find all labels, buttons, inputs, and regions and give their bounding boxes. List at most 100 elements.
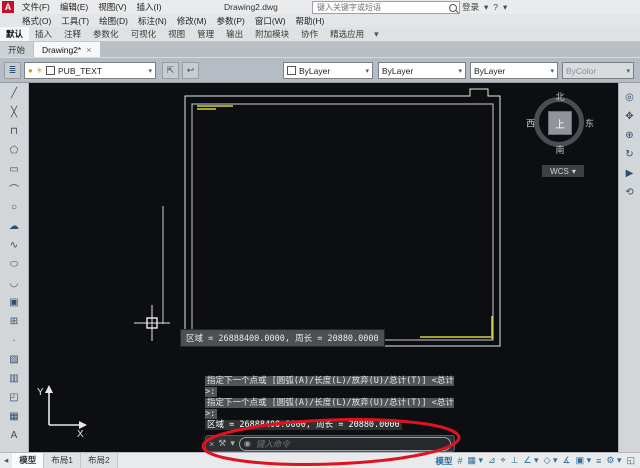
create-block-tool[interactable]: ⊞ xyxy=(5,312,24,331)
point-tool[interactable]: ∙ xyxy=(5,331,24,350)
menu-edit[interactable]: 编辑(E) xyxy=(55,1,93,13)
drawing-tab-close-icon[interactable]: × xyxy=(86,45,91,55)
help-icon[interactable]: ? xyxy=(493,2,498,12)
orbit-icon[interactable]: ↻ xyxy=(621,145,639,163)
linetype-combo-caret-icon[interactable]: ▾ xyxy=(458,67,462,75)
recent-commands-caret-icon[interactable]: ▾ xyxy=(230,438,235,449)
rewind-icon[interactable]: ⟲ xyxy=(621,183,639,201)
layer-properties-icon[interactable]: ≣ xyxy=(4,62,21,79)
layer-previous-icon[interactable]: ↩ xyxy=(182,62,199,79)
compass-south-label[interactable]: 南 xyxy=(555,143,564,156)
arc-tool[interactable]: ⌒ xyxy=(5,179,24,198)
lineweight-combo-caret-icon[interactable]: ▾ xyxy=(550,67,554,75)
lineweight-toggle[interactable]: ≡ xyxy=(596,456,601,466)
customize-icon[interactable]: ⚒ xyxy=(218,438,226,449)
ribbon-tab-insert[interactable]: 插入 xyxy=(29,27,58,41)
hatch-tool[interactable]: ▨ xyxy=(5,350,24,369)
menu-view[interactable]: 视图(V) xyxy=(93,1,131,13)
osnap-tracking-toggle[interactable]: ∡ xyxy=(563,455,571,466)
snap-toggle[interactable]: ▦ ▾ xyxy=(467,455,483,466)
layout-scroll-left-icon[interactable]: ◂ xyxy=(0,455,12,466)
make-current-icon[interactable]: ⇱ xyxy=(162,62,179,79)
insert-block-tool[interactable]: ▣ xyxy=(5,293,24,312)
ellipse-tool[interactable]: ⬭ xyxy=(5,255,24,274)
layout-tab-model[interactable]: 模型 xyxy=(12,453,44,468)
clean-screen-toggle[interactable]: ◱ xyxy=(626,455,635,466)
compass-top-face[interactable]: 上 xyxy=(548,111,572,135)
revision-cloud-tool[interactable]: ☁ xyxy=(5,217,24,236)
navigation-wheel-icon[interactable]: ◎ xyxy=(621,88,639,106)
ribbon-tab-default[interactable]: 默认 xyxy=(0,27,29,41)
ribbon-tab-collaborate[interactable]: 协作 xyxy=(295,27,324,41)
infer-constraints-toggle[interactable]: ⊿ xyxy=(488,455,496,466)
color-combo-caret-icon[interactable]: ▾ xyxy=(365,67,369,75)
ribbon-tab-annotate[interactable]: 注释 xyxy=(58,27,87,41)
compass-west-label[interactable]: 西 xyxy=(526,117,535,130)
grid-toggle[interactable]: # xyxy=(457,456,462,466)
zoom-icon[interactable]: ⊕ xyxy=(621,126,639,144)
pan-icon[interactable]: ✥ xyxy=(621,107,639,125)
lineweight-combo[interactable]: ByLayer ▾ xyxy=(470,62,558,79)
search-icon[interactable] xyxy=(449,4,457,12)
ribbon-tab-parametric[interactable]: 参数化 xyxy=(87,27,125,41)
mtext-tool[interactable]: A xyxy=(5,426,24,445)
isometric-drafting-toggle[interactable]: ◇ ▾ xyxy=(544,455,558,466)
spline-tool[interactable]: ∿ xyxy=(5,236,24,255)
model-space-canvas[interactable]: 区域 = 26888400.0000, 周长 = 20880.0000 北 南 … xyxy=(29,83,618,452)
ribbon-options-caret-icon[interactable]: ▾ xyxy=(370,27,383,41)
app-logo-icon[interactable]: A xyxy=(2,1,14,13)
ribbon-tab-output[interactable]: 输出 xyxy=(220,27,249,41)
signin-caret-icon[interactable]: ▾ xyxy=(484,2,488,13)
wcs-button[interactable]: WCS ▾ xyxy=(542,165,584,177)
polygon-tool[interactable]: ⬠ xyxy=(5,141,24,160)
dynamic-input-toggle[interactable]: ⌖ xyxy=(501,455,506,466)
polar-tracking-toggle[interactable]: ∠ ▾ xyxy=(523,455,538,466)
menu-parametric[interactable]: 参数(P) xyxy=(212,15,250,27)
ribbon-tab-manage[interactable]: 管理 xyxy=(191,27,220,41)
table-tool[interactable]: ▦ xyxy=(5,407,24,426)
view-compass[interactable]: 北 南 西 东 上 xyxy=(528,91,592,155)
menu-tools[interactable]: 工具(T) xyxy=(56,15,94,27)
help-caret-icon[interactable]: ▾ xyxy=(503,2,507,13)
model-space-toggle[interactable]: 模型 xyxy=(435,455,452,467)
menu-draw[interactable]: 绘图(D) xyxy=(94,15,133,27)
menu-modify[interactable]: 修改(M) xyxy=(172,15,212,27)
menu-dimension[interactable]: 标注(N) xyxy=(133,15,172,27)
signin-label[interactable]: 登录 xyxy=(462,1,479,13)
layer-combo[interactable]: ● ☀ PUB_TEXT ▾ xyxy=(24,62,156,79)
drawing-tab[interactable]: Drawing2* × xyxy=(34,42,99,57)
command-input[interactable] xyxy=(254,438,446,450)
command-input-field[interactable]: ◉ xyxy=(239,437,451,451)
start-tab[interactable]: 开始 xyxy=(0,42,33,57)
ribbon-tab-visualize[interactable]: 可视化 xyxy=(125,27,163,41)
command-close-icon[interactable]: × xyxy=(209,439,214,449)
showmotion-icon[interactable]: ▶ xyxy=(621,164,639,182)
object-snap-toggle[interactable]: ▣ ▾ xyxy=(576,455,592,466)
rectangle-tool[interactable]: ▭ xyxy=(5,160,24,179)
layer-combo-caret-icon[interactable]: ▾ xyxy=(148,67,152,75)
menu-file[interactable]: 文件(F) xyxy=(17,1,55,13)
region-tool[interactable]: ◰ xyxy=(5,388,24,407)
ribbon-tab-view[interactable]: 视图 xyxy=(162,27,191,41)
search-input[interactable] xyxy=(315,2,447,13)
ellipse-arc-tool[interactable]: ◡ xyxy=(5,274,24,293)
menu-window[interactable]: 窗口(W) xyxy=(250,15,291,27)
color-combo[interactable]: ByLayer ▾ xyxy=(283,62,373,79)
ribbon-tab-featured-apps[interactable]: 精选应用 xyxy=(324,27,370,41)
ribbon-tab-addins[interactable]: 附加模块 xyxy=(249,27,295,41)
ortho-toggle[interactable]: ⊥ xyxy=(511,455,519,466)
menu-insert[interactable]: 插入(I) xyxy=(132,1,167,13)
compass-east-label[interactable]: 东 xyxy=(585,117,594,130)
construction-line-tool[interactable]: ╳ xyxy=(5,103,24,122)
layout-tab-layout2[interactable]: 布局2 xyxy=(81,453,118,468)
workspace-switcher[interactable]: ⚙ ▾ xyxy=(606,455,621,466)
menu-help[interactable]: 帮助(H) xyxy=(291,15,330,27)
menu-format[interactable]: 格式(O) xyxy=(17,15,56,27)
circle-tool[interactable]: ○ xyxy=(5,198,24,217)
gradient-tool[interactable]: ▥ xyxy=(5,369,24,388)
layout-tab-layout1[interactable]: 布局1 xyxy=(44,453,81,468)
line-tool[interactable]: ╱ xyxy=(5,84,24,103)
linetype-combo[interactable]: ByLayer ▾ xyxy=(378,62,466,79)
polyline-tool[interactable]: ⊓ xyxy=(5,122,24,141)
compass-north-label[interactable]: 北 xyxy=(555,90,564,103)
